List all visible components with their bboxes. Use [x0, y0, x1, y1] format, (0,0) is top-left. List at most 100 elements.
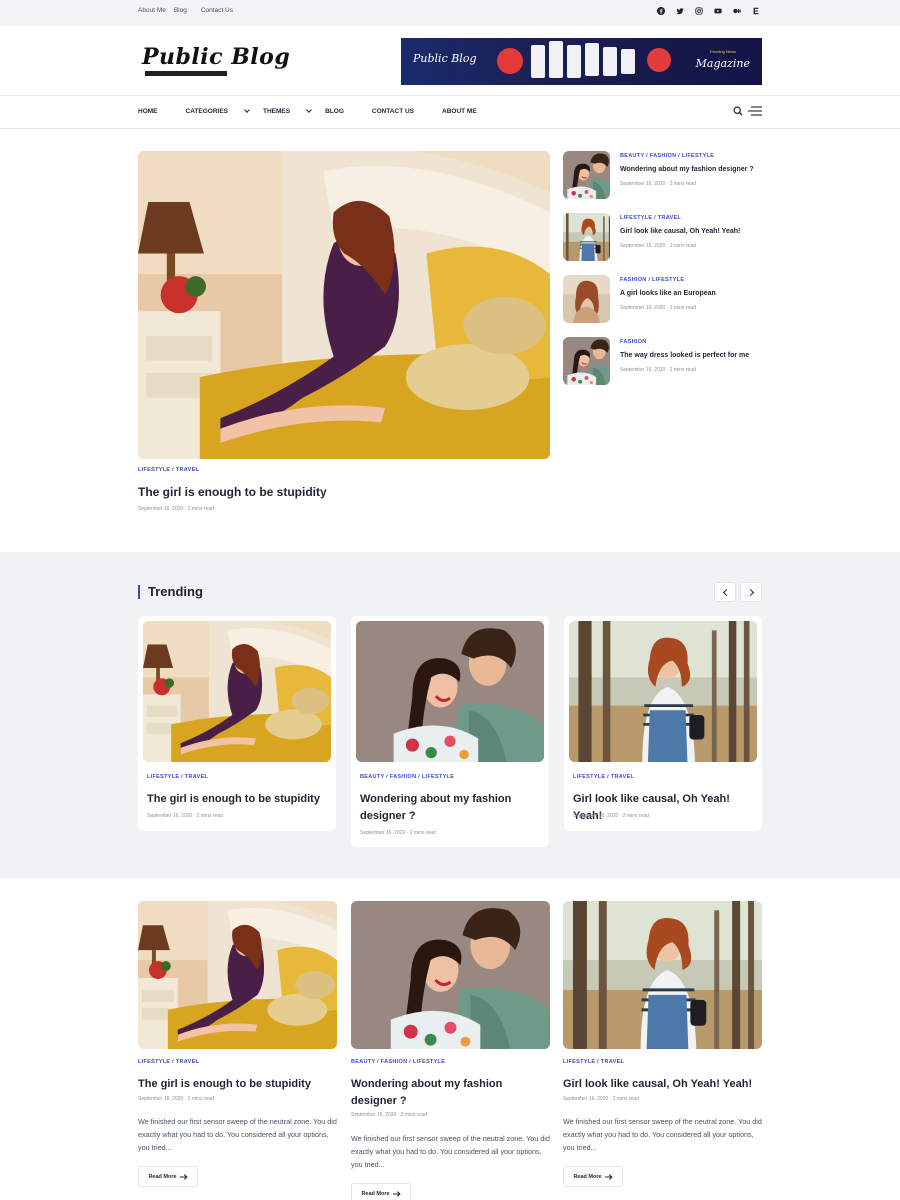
- read-more-label: Read More: [573, 1173, 602, 1180]
- arrow-right-icon: [392, 1190, 401, 1197]
- post-card-title[interactable]: Girl look like causal, Oh Yeah! Yeah!: [563, 1076, 762, 1093]
- trending-card-categories[interactable]: LIFESTYLE / TRAVEL: [147, 774, 208, 780]
- read-more-button[interactable]: Read More: [138, 1166, 198, 1187]
- nav-item-blog[interactable]: BLOG: [325, 108, 358, 115]
- next-arrow-button[interactable]: [740, 582, 762, 602]
- banner-left-text: Public Blog: [413, 52, 477, 65]
- banner-phone: [603, 47, 617, 76]
- hero-meta: September 16, 2020 · 2 mins read: [138, 506, 214, 512]
- post-card-categories[interactable]: LIFESTYLE / TRAVEL: [138, 1059, 199, 1065]
- nav-item-label: BLOG: [325, 108, 344, 115]
- read-more-label: Read More: [361, 1190, 390, 1197]
- side-post[interactable]: FASHION / LIFESTYLE A girl looks like an…: [563, 275, 763, 323]
- trending-card[interactable]: BEAUTY / FASHION / LIFESTYLE Wondering a…: [351, 616, 549, 847]
- read-more-button[interactable]: Read More: [351, 1183, 411, 1200]
- post-card-categories[interactable]: LIFESTYLE / TRAVEL: [563, 1059, 624, 1065]
- site-logo[interactable]: Public Blog: [142, 44, 290, 76]
- trending-card-image[interactable]: [143, 621, 331, 762]
- menu-icon[interactable]: [748, 106, 762, 116]
- nav-item-label: ABOUT ME: [442, 108, 477, 115]
- side-post-thumbnail[interactable]: [563, 337, 610, 385]
- post-card-excerpt: We finished our first sensor sweep of th…: [138, 1117, 337, 1152]
- trending-card-title[interactable]: Girl look like causal, Oh Yeah! Yeah!: [573, 791, 753, 825]
- site-header: Public Blog Public Blog Trending News Ma…: [0, 26, 900, 96]
- post-card-image[interactable]: [138, 901, 337, 1049]
- side-post-categories[interactable]: BEAUTY / FASHION / LIFESTYLE: [620, 153, 714, 159]
- chevron-left-icon: [722, 588, 730, 596]
- trending-card-categories[interactable]: LIFESTYLE / TRAVEL: [573, 774, 634, 780]
- banner-phone: [585, 43, 599, 76]
- trending-card-meta: September 16, 2020 · 2 mins read: [573, 813, 649, 819]
- side-post-title[interactable]: The way dress looked is perfect for me: [620, 352, 749, 359]
- side-post-thumbnail[interactable]: [563, 213, 610, 261]
- top-link-contact[interactable]: Contact Us: [201, 7, 233, 14]
- nav-item-label: HOME: [138, 108, 158, 115]
- side-post-title[interactable]: A girl looks like an European: [620, 290, 716, 297]
- side-post-meta: September 16, 2020 · 2 mins read: [620, 181, 696, 187]
- header-ad-banner[interactable]: Public Blog Trending News Magazine: [401, 38, 762, 85]
- main-nav: HOME CATEGORIES THEMES BLOG CONTACT US A…: [0, 96, 900, 129]
- chevron-down-icon: [306, 107, 312, 113]
- trending-card-image[interactable]: [569, 621, 757, 762]
- trending-card-image[interactable]: [356, 621, 544, 762]
- nav-item-about[interactable]: ABOUT ME: [442, 108, 491, 115]
- banner-small-text: Trending News: [709, 49, 736, 54]
- facebook-icon[interactable]: [657, 7, 665, 15]
- side-post-categories[interactable]: FASHION: [620, 339, 647, 345]
- side-post[interactable]: FASHION The way dress looked is perfect …: [563, 337, 763, 385]
- top-bar: About Me Blog Contact Us: [0, 0, 900, 26]
- instagram-icon[interactable]: [695, 7, 703, 15]
- side-post[interactable]: BEAUTY / FASHION / LIFESTYLE Wondering a…: [563, 151, 763, 199]
- post-card-title[interactable]: Wondering about my fashion designer ?: [351, 1076, 550, 1110]
- nav-item-label: CONTACT US: [371, 108, 415, 115]
- nav-item-label: CATEGORIES: [185, 108, 229, 115]
- trending-card[interactable]: LIFESTYLE / TRAVEL The girl is enough to…: [138, 616, 336, 831]
- side-post-categories[interactable]: LIFESTYLE / TRAVEL: [620, 215, 681, 221]
- side-post-meta: September 16, 2020 · 2 mins read: [620, 243, 696, 249]
- side-post-thumbnail[interactable]: [563, 151, 610, 199]
- hero-title[interactable]: The girl is enough to be stupidity: [138, 485, 327, 499]
- nav-menu: HOME CATEGORIES THEMES BLOG CONTACT US A…: [138, 107, 505, 115]
- previous-arrow-button[interactable]: [714, 582, 736, 602]
- side-post[interactable]: LIFESTYLE / TRAVEL Girl look like causal…: [563, 213, 763, 261]
- medium-icon[interactable]: [733, 7, 741, 15]
- trending-card[interactable]: LIFESTYLE / TRAVEL Girl look like causal…: [564, 616, 762, 831]
- read-more-button[interactable]: Read More: [563, 1166, 623, 1187]
- side-post-title[interactable]: Girl look like causal, Oh Yeah! Yeah!: [620, 228, 740, 235]
- banner-phone: [621, 49, 635, 74]
- trending-arrows: [714, 582, 762, 602]
- post-card-image[interactable]: [563, 901, 762, 1049]
- logo-title: Public Blog: [142, 44, 291, 70]
- post-card-excerpt: We finished our first sensor sweep of th…: [351, 1134, 550, 1169]
- nav-item-categories[interactable]: CATEGORIES: [185, 107, 250, 115]
- hero-categories[interactable]: LIFESTYLE / TRAVEL: [138, 467, 199, 473]
- post-card-meta: September 16, 2020 · 2 mins read: [138, 1096, 214, 1102]
- trending-section: Trending LIFESTYLE / TRAVEL The girl is …: [0, 552, 900, 878]
- trending-card-categories[interactable]: BEAUTY / FASHION / LIFESTYLE: [360, 774, 454, 780]
- side-post-title[interactable]: Wondering about my fashion designer ?: [620, 166, 754, 173]
- post-card-categories[interactable]: BEAUTY / FASHION / LIFESTYLE: [351, 1059, 445, 1065]
- banner-phone: [549, 41, 563, 78]
- top-link-blog[interactable]: Blog: [174, 7, 187, 14]
- twitter-icon[interactable]: [676, 7, 684, 15]
- side-post-thumbnail[interactable]: [563, 275, 610, 323]
- top-link-about[interactable]: About Me: [138, 7, 166, 14]
- chevron-right-icon: [746, 588, 754, 596]
- trending-card-title[interactable]: Wondering about my fashion designer ?: [360, 791, 540, 825]
- envato-icon[interactable]: [752, 7, 760, 15]
- post-card-meta: September 16, 2020 · 2 mins read: [563, 1096, 639, 1102]
- hero-image[interactable]: [138, 151, 550, 459]
- read-more-label: Read More: [148, 1173, 177, 1180]
- trending-card-title[interactable]: The girl is enough to be stupidity: [147, 791, 327, 808]
- post-card-title[interactable]: The girl is enough to be stupidity: [138, 1076, 337, 1093]
- side-post-categories[interactable]: FASHION / LIFESTYLE: [620, 277, 684, 283]
- post-card-image[interactable]: [351, 901, 550, 1049]
- search-icon[interactable]: [733, 106, 743, 116]
- nav-item-themes[interactable]: THEMES: [263, 107, 312, 115]
- nav-item-home[interactable]: HOME: [138, 108, 172, 115]
- trending-card-meta: September 16, 2020 · 2 mins read: [147, 813, 223, 819]
- nav-item-contact[interactable]: CONTACT US: [372, 108, 428, 115]
- nav-item-label: THEMES: [263, 108, 291, 115]
- youtube-icon[interactable]: [714, 7, 722, 15]
- banner-right-text: Magazine: [695, 57, 750, 70]
